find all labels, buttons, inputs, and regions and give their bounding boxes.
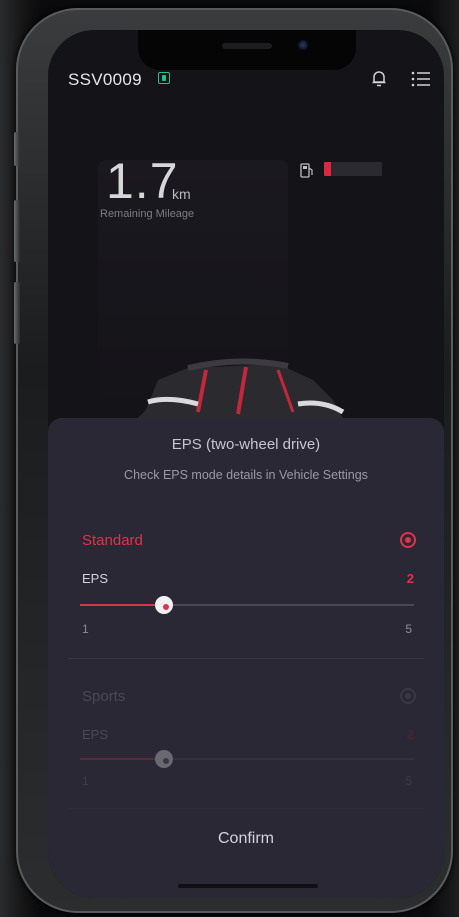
menu-icon[interactable] — [410, 70, 432, 88]
eps-label-standard: EPS — [82, 571, 109, 586]
section-divider — [68, 658, 424, 659]
slider-min-label: 1 — [82, 774, 89, 788]
eps-label-sports: EPS — [82, 727, 109, 742]
mileage-label: Remaining Mileage — [100, 208, 195, 220]
app-screen: SSV0009 1.7 km Remaining Mileage EPS (tw… — [48, 30, 444, 898]
volume-down-button — [14, 282, 20, 344]
eps-mode-sheet: EPS (two-wheel drive) Check EPS mode det… — [48, 418, 444, 898]
slider-max-label: 5 — [405, 774, 412, 788]
vehicle-id[interactable]: SSV0009 — [68, 70, 142, 90]
mileage-unit: km — [172, 186, 191, 202]
mute-switch — [14, 132, 20, 166]
eps-slider-standard[interactable] — [80, 596, 414, 614]
mileage-value: 1.7 — [106, 153, 179, 209]
confirm-button[interactable]: Confirm — [48, 818, 444, 860]
vehicle-image — [138, 358, 345, 418]
notch — [138, 30, 356, 70]
slider-thumb[interactable] — [154, 750, 173, 768]
sheet-subtitle: Check EPS mode details in Vehicle Settin… — [124, 468, 368, 482]
section-divider — [68, 808, 424, 809]
slider-min-label: 1 — [82, 622, 89, 636]
slider-max-label: 5 — [405, 622, 412, 636]
home-indicator — [178, 884, 318, 888]
front-camera — [298, 40, 308, 50]
mode-sports-radio[interactable] — [400, 688, 416, 704]
mode-standard-label[interactable]: Standard — [82, 532, 143, 549]
bell-icon[interactable] — [369, 68, 389, 88]
mode-standard-radio[interactable] — [400, 532, 416, 548]
volume-up-button — [14, 200, 20, 262]
eps-value-standard: 2 — [406, 571, 414, 586]
eps-slider-sports[interactable] — [80, 750, 414, 768]
sheet-title: EPS (two-wheel drive) — [171, 436, 321, 453]
eps-value-sports: 2 — [406, 727, 414, 742]
fuel-level-fill — [324, 162, 331, 176]
fuel-pump-icon — [300, 163, 313, 178]
slider-thumb[interactable] — [154, 596, 173, 614]
battery-icon — [158, 72, 170, 84]
mode-sports-label[interactable]: Sports — [82, 688, 125, 705]
slider-fill — [80, 758, 164, 760]
fuel-level-bar — [324, 162, 382, 176]
speaker-grille — [222, 43, 272, 49]
slider-fill — [80, 604, 164, 606]
